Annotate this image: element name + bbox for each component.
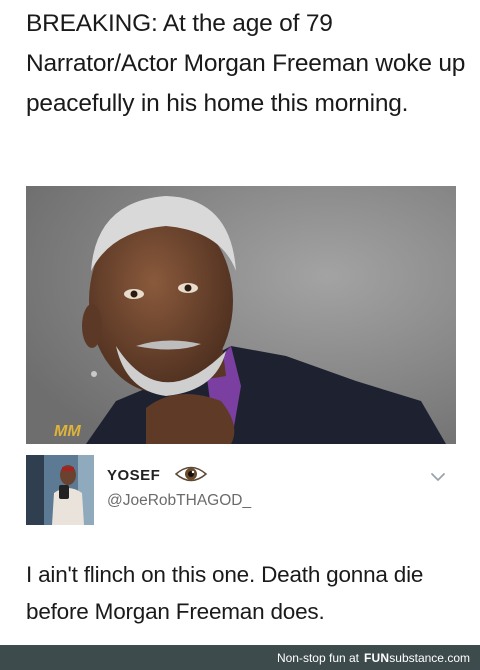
brand-domain[interactable]: .com <box>444 651 470 665</box>
headline-text: BREAKING: At the age of 79 Narrator/Acto… <box>26 10 466 117</box>
brand-fun[interactable]: FUN <box>364 651 389 665</box>
tweet-text: I ain't flinch on this one. Death gonna … <box>26 562 424 624</box>
tweet-header: YOSEF @JoeRobTHAGOD_ <box>26 454 456 526</box>
author-name[interactable]: YOSEF <box>107 467 160 484</box>
avatar[interactable] <box>26 455 94 525</box>
author-handle[interactable]: @JoeRobTHAGOD_ <box>107 492 251 510</box>
site-footer: Non-stop fun at FUN substance .com <box>0 645 480 670</box>
chevron-down-icon[interactable] <box>430 470 446 482</box>
footer-tagline: Non-stop fun at <box>276 650 360 665</box>
eye-icon <box>174 463 208 485</box>
post-photo[interactable]: MM <box>26 186 456 444</box>
brand-substance[interactable]: substance <box>389 651 444 665</box>
photo-watermark: MM <box>54 423 81 440</box>
